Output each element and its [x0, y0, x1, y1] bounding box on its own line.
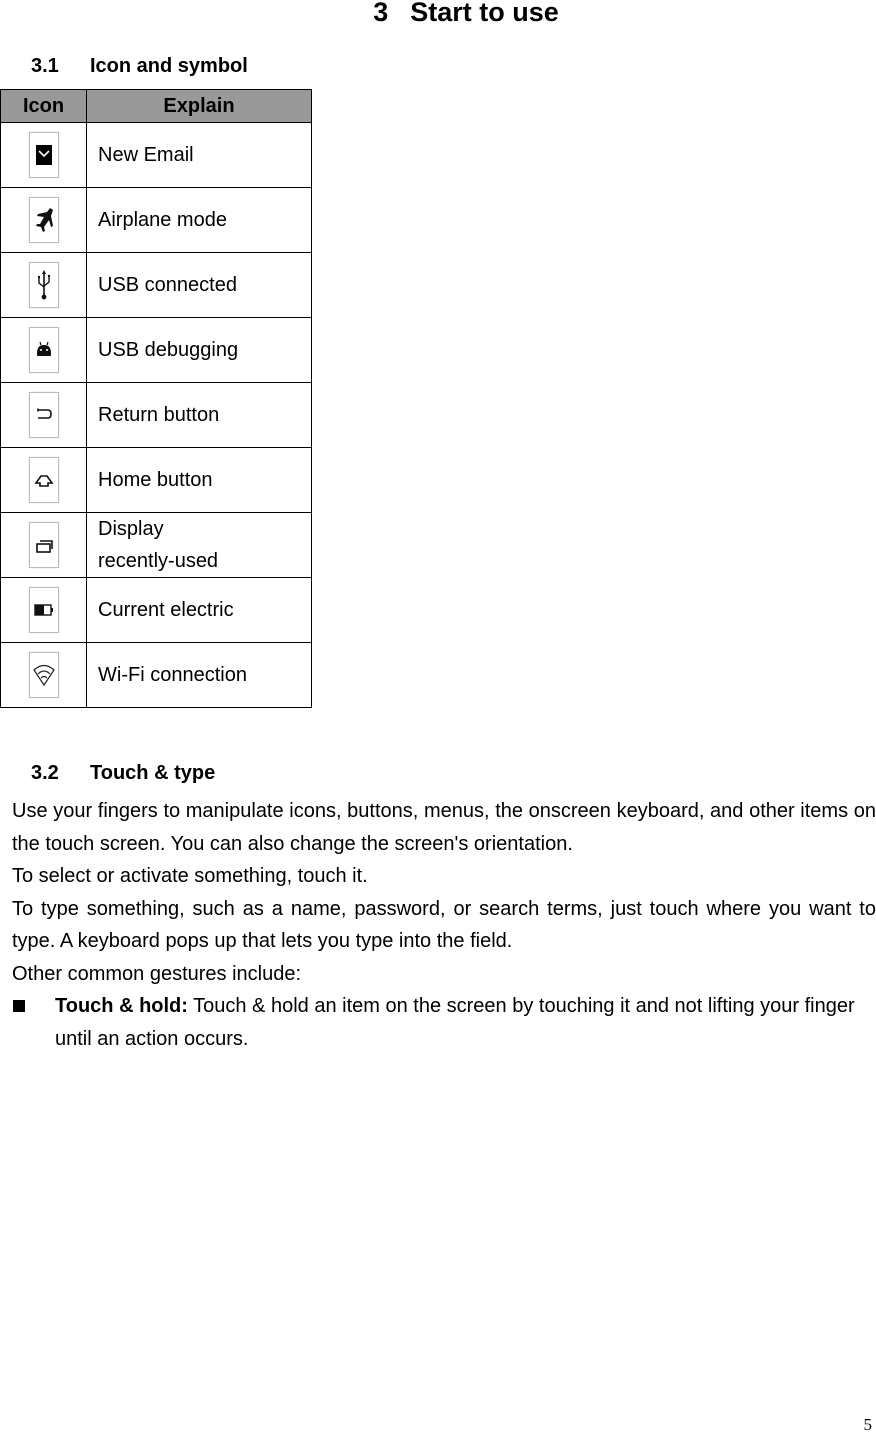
table-row: Wi-Fi connection: [0, 642, 312, 708]
square-bullet-icon: [13, 1000, 25, 1012]
table-cell-explain: Return button: [86, 382, 312, 448]
bullet-item: Touch & hold: Touch & hold an item on th…: [12, 990, 876, 1055]
paragraph: Other common gestures include:: [12, 962, 302, 985]
recent-apps-icon: [28, 522, 59, 568]
chapter-title-text: Start to use: [410, 0, 559, 27]
section-number: 3.2: [31, 762, 59, 784]
table-row: Display recently-used: [0, 512, 312, 578]
page-number: 5: [863, 1415, 873, 1434]
table-cell-explain: New Email: [86, 122, 312, 188]
icon-table: Icon Explain New Email Airplane mode USB…: [0, 89, 312, 708]
table-row: USB debugging: [0, 317, 312, 383]
section-number: 3.1: [31, 55, 59, 77]
table-row: USB connected: [0, 252, 312, 318]
table-row: New Email: [0, 122, 312, 188]
explain-line-2: recently-used: [98, 550, 219, 572]
section-title: Touch & type: [90, 762, 216, 784]
bullet-term: Touch & hold:: [55, 995, 188, 1017]
new-email-icon: [28, 132, 59, 178]
paragraph: To type something, such as a name, passw…: [12, 897, 876, 953]
wifi-icon: [28, 652, 59, 698]
table-cell-explain: Airplane mode: [86, 187, 312, 253]
table-row: Return button: [0, 382, 312, 448]
column-header-icon: Icon: [0, 89, 87, 123]
table-cell-explain: Display recently-used: [86, 512, 312, 578]
table-cell-explain: Wi-Fi connection: [86, 642, 312, 708]
table-row: Current electric: [0, 577, 312, 643]
home-button-icon: [28, 457, 59, 503]
table-cell-explain: Home button: [86, 447, 312, 513]
column-header-explain: Explain: [86, 89, 312, 123]
touch-type-body: Use your fingers to manipulate icons, bu…: [12, 795, 876, 990]
explain-line-1: Display: [98, 518, 164, 540]
section-title: Icon and symbol: [90, 55, 248, 77]
table-cell-explain: USB connected: [86, 252, 312, 318]
return-button-icon: [28, 392, 59, 438]
usb-debugging-icon: [28, 327, 59, 373]
chapter-title: 3 Start to use: [0, 0, 876, 28]
paragraph: Use your fingers to manipulate icons, bu…: [12, 800, 876, 855]
battery-icon: [28, 587, 59, 633]
paragraph: To select or activate something, touch i…: [12, 865, 368, 887]
table-cell-explain: USB debugging: [86, 317, 312, 383]
table-header-row: Icon Explain: [0, 89, 312, 123]
chapter-number: 3: [373, 0, 389, 27]
table-cell-explain: Current electric: [86, 577, 312, 643]
usb-connected-icon: [28, 262, 59, 308]
table-row: Home button: [0, 447, 312, 513]
table-row: Airplane mode: [0, 187, 312, 253]
airplane-mode-icon: [28, 197, 59, 243]
section-heading-3-2: 3.2 Touch & type: [31, 762, 215, 785]
section-heading-3-1: 3.1 Icon and symbol: [31, 55, 248, 78]
